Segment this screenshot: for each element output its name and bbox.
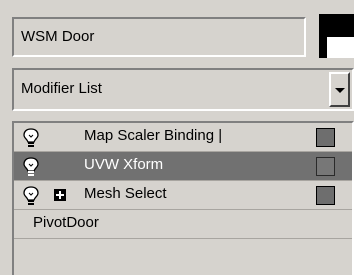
stack-item-label: Mesh Select: [84, 185, 167, 202]
object-name-text: WSM Door: [21, 28, 95, 45]
stack-item-toggle[interactable]: [316, 186, 335, 205]
stack-item-uvw-xform[interactable]: UVW Xform: [14, 152, 352, 181]
stack-item-mesh-select[interactable]: Mesh Select: [14, 181, 352, 210]
modifier-list-label: Modifier List: [21, 80, 102, 97]
stack-item-map-scaler-binding[interactable]: Map Scaler Binding |: [14, 123, 352, 152]
stack-item-label: UVW Xform: [84, 156, 164, 173]
object-color-swatch[interactable]: [319, 14, 354, 58]
stack-item-label: Map Scaler Binding |: [84, 127, 223, 144]
modifier-list-dropdown[interactable]: Modifier List: [12, 68, 354, 111]
modifier-stack-list[interactable]: Map Scaler Binding | UVW Xform Mesh Sele…: [12, 121, 354, 275]
object-name-field[interactable]: WSM Door: [12, 17, 306, 57]
stack-item-base-object[interactable]: PivotDoor: [14, 210, 352, 239]
color-swatch-highlight: [327, 37, 354, 58]
stack-item-toggle[interactable]: [316, 157, 335, 176]
stack-item-label: PivotDoor: [33, 214, 99, 231]
lightbulb-icon[interactable]: [22, 127, 40, 149]
lightbulb-icon[interactable]: [22, 156, 40, 178]
dropdown-button[interactable]: [329, 72, 350, 107]
chevron-down-icon: [335, 88, 345, 93]
stack-item-toggle[interactable]: [316, 128, 335, 147]
expand-plus-icon[interactable]: [54, 189, 66, 201]
lightbulb-icon[interactable]: [22, 185, 40, 207]
